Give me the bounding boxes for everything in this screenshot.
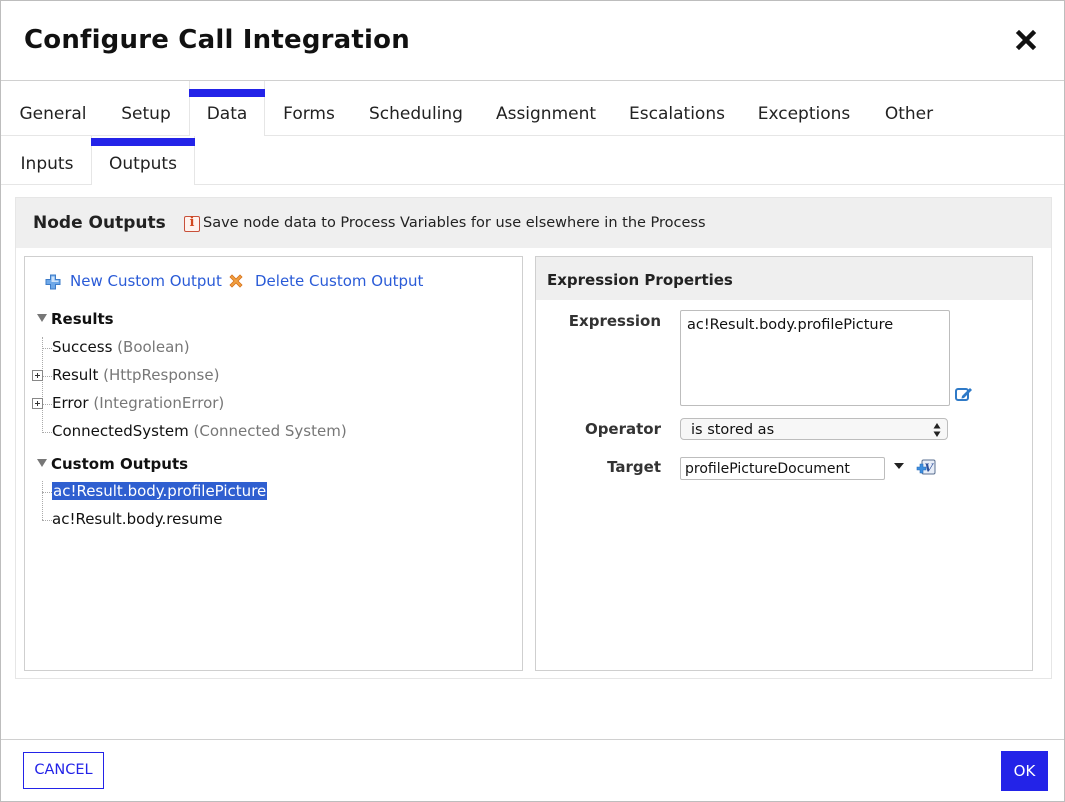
tree-item-success[interactable]: Success (Boolean) [52, 338, 190, 356]
tree-item-result[interactable]: Result (HttpResponse) [52, 366, 219, 384]
subtab-inputs[interactable]: Inputs [11, 136, 83, 184]
dialog-header: Configure Call Integration [1, 1, 1064, 81]
configure-call-integration-dialog: Configure Call Integration General Setup… [0, 0, 1065, 802]
close-icon[interactable] [1015, 29, 1037, 51]
plus-icon[interactable] [45, 274, 61, 290]
subtab-outputs[interactable]: Outputs [91, 136, 195, 185]
delete-x-icon[interactable] [228, 273, 244, 289]
tab-forms[interactable]: Forms [269, 81, 349, 135]
node-outputs-section: Node Outputs Save node data to Process V… [15, 197, 1052, 679]
info-icon [184, 215, 200, 232]
tree-item-error[interactable]: Error (IntegrationError) [52, 394, 224, 412]
expression-properties-panel: Expression Properties Expression ac!Resu… [535, 256, 1033, 671]
target-label: Target [607, 458, 661, 476]
tree-item-connected-system[interactable]: ConnectedSystem (Connected System) [52, 422, 347, 440]
node-outputs-header: Node Outputs Save node data to Process V… [16, 198, 1051, 248]
tab-escalations[interactable]: Escalations [621, 81, 733, 135]
tree-item-custom-output[interactable]: ac!Result.body.profilePicture [52, 482, 268, 500]
tab-setup[interactable]: Setup [101, 81, 191, 135]
expression-properties-header: Expression Properties [536, 257, 1032, 300]
tree-connector [42, 492, 52, 493]
select-arrows-icon [933, 423, 941, 437]
tab-scheduling[interactable]: Scheduling [359, 81, 473, 135]
tree-group-label: Results [51, 310, 114, 328]
dialog-footer: CANCEL OK [1, 739, 1064, 802]
tree-connector [42, 520, 52, 521]
tab-general[interactable]: General [11, 81, 95, 135]
tree-connector [42, 404, 52, 405]
tab-assignment[interactable]: Assignment [489, 81, 603, 135]
tab-other[interactable]: Other [873, 81, 945, 135]
expression-properties-title: Expression Properties [547, 271, 733, 289]
tab-data[interactable]: Data [189, 81, 265, 136]
delete-custom-output-link[interactable]: Delete Custom Output [255, 272, 423, 290]
expression-field[interactable]: ac!Result.body.profilePicture [680, 310, 950, 406]
dialog-title: Configure Call Integration [24, 25, 410, 55]
tree-item-custom-output[interactable]: ac!Result.body.resume [52, 510, 223, 528]
ok-button[interactable]: OK [1001, 751, 1048, 791]
tree-connector [42, 348, 52, 349]
expression-label: Expression [568, 312, 661, 330]
collapse-triangle-icon[interactable] [37, 459, 47, 467]
tree-group-custom-outputs[interactable]: Custom Outputs [37, 455, 188, 473]
outputs-tree-panel: New Custom Output Delete Custom Output R… [24, 256, 523, 671]
operator-label: Operator [584, 420, 661, 438]
tree-connector [42, 376, 52, 377]
expand-plus-icon[interactable] [32, 398, 43, 409]
tab-exceptions[interactable]: Exceptions [749, 81, 859, 135]
main-tabs: General Setup Data Forms Scheduling Assi… [1, 81, 1064, 136]
sub-tabs: Inputs Outputs [1, 136, 1064, 185]
new-process-variable-icon[interactable]: V [914, 459, 936, 477]
node-outputs-title: Node Outputs [33, 213, 166, 233]
target-dropdown-arrow-icon[interactable] [894, 463, 904, 469]
tree-connector [42, 432, 52, 433]
new-custom-output-link[interactable]: New Custom Output [70, 272, 222, 290]
node-outputs-info-text: Save node data to Process Variables for … [203, 215, 706, 231]
cancel-button[interactable]: CANCEL [23, 752, 104, 789]
tree-connector [42, 481, 43, 520]
tree-group-label: Custom Outputs [51, 455, 189, 473]
target-input[interactable]: profilePictureDocument [680, 457, 885, 480]
expand-plus-icon[interactable] [32, 370, 43, 381]
edit-expression-icon[interactable] [955, 386, 973, 402]
operator-selected-value: is stored as [691, 422, 775, 438]
collapse-triangle-icon[interactable] [37, 314, 47, 322]
tree-connector [42, 337, 43, 431]
operator-select[interactable]: is stored as [680, 418, 948, 440]
tree-group-results[interactable]: Results [37, 310, 114, 328]
